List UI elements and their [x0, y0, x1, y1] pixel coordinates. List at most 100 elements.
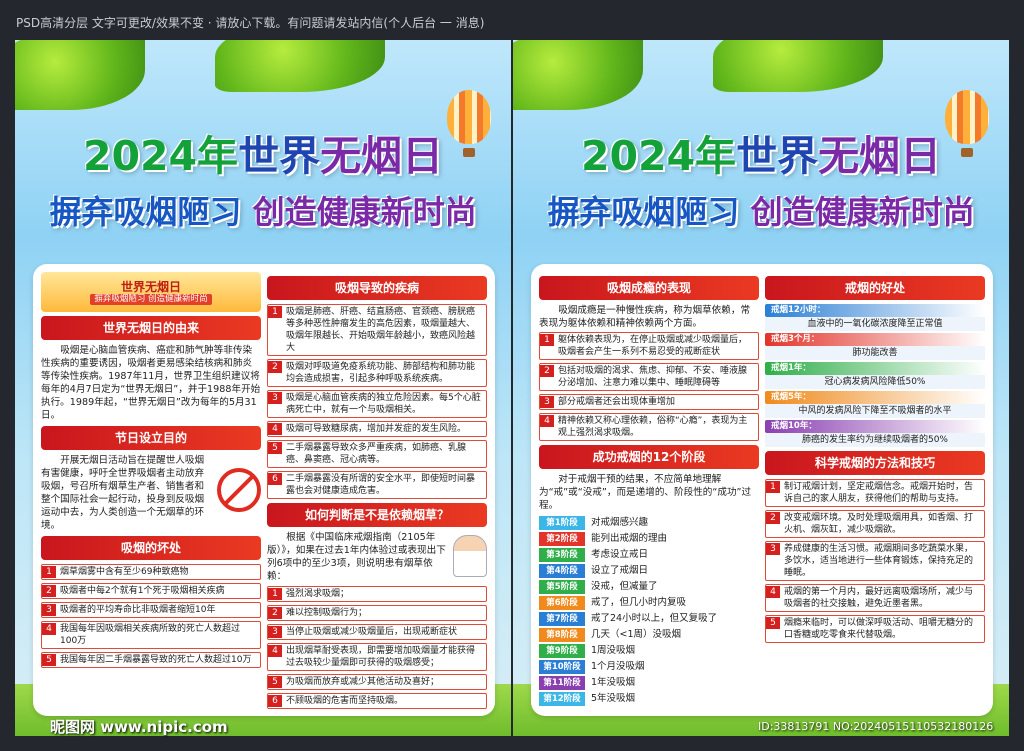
list-item-text: 吸烟是心脑血管疾病的独立危险因素。每5个心脏病死亡中，就有一个与吸烟相关。	[286, 393, 481, 415]
list-item: 2 改变戒烟环境。及时处理吸烟用具，如香烟、打火机、烟灰缸，减少吸烟欲。	[765, 510, 985, 538]
no-smoking-icon	[217, 468, 261, 512]
list-item: 1 制订戒烟计划，坚定戒烟信念。戒烟开始时，告诉自己的家人朋友，获得他们的帮助与支…	[765, 479, 985, 507]
section-title: 戒烟的好处	[765, 276, 985, 300]
list-item-text: 包括对吸烟的渴求、焦虑、抑郁、不安、唾液腺分泌增加、注意力难以集中、睡眠障碍等	[558, 366, 748, 388]
leaves-decoration	[513, 40, 643, 110]
list-item: 4 吸烟可导致糖尿病，增加并发症的发生风险。	[267, 421, 487, 437]
list-item-text: 制订戒烟计划，坚定戒烟信念。戒烟开始时，告诉自己的家人朋友，获得他们的帮助与支持…	[784, 482, 974, 504]
stage-text: 对戒烟感兴趣	[591, 516, 649, 528]
list-item: 3 吸烟是心脑血管疾病的独立危险因素。每5个心脏病死亡中，就有一个与吸烟相关。	[267, 390, 487, 418]
list-item-text: 当停止吸烟或减少吸烟量后，出现戒断症状	[286, 627, 458, 637]
methods-list: 1 制订戒烟计划，坚定戒烟信念。戒烟开始时，告诉自己的家人朋友，获得他们的帮助与支…	[765, 479, 985, 643]
stage-text: 没戒，但减量了	[591, 580, 658, 592]
right-column: 吸烟导致的疾病 1 吸烟是肺癌、肝癌、结直肠癌、官颈癌、膀胱癌等多种恶性肿瘤发生的…	[267, 272, 487, 712]
list-item-text: 不顾吸烟的危害而坚持吸烟。	[286, 696, 404, 706]
list-item-text: 养成健康的生活习惯。戒烟期间多吃蔬菜水果，多饮水，适当地进行一些体育锻炼，保持充…	[784, 544, 974, 578]
poster-slogan: 摒弃吸烟陋习 创造健康新时尚	[15, 190, 511, 234]
judge-intro: 根据《中国临床戒烟指南（2105年版）》，如果在过去1年内体验过或表现出下列6项…	[267, 532, 446, 582]
list-item: 2 吸烟对呼吸道免疫系统功能、肺部结构和肺功能均会造成损害，引起多种呼吸系统疾病。	[267, 359, 487, 387]
benefit-heading: 戒烟3个月：	[765, 333, 985, 346]
stage-label: 第8阶段	[539, 627, 585, 642]
stage-text: 戒了，但几小时内复吸	[591, 596, 687, 608]
stage-label: 第9阶段	[539, 643, 585, 658]
stage-row: 第3阶段 考虑设立戒日	[539, 547, 759, 562]
list-item-text: 二手烟暴露导致众多严重疾病，如肺癌、乳腺癌、鼻窦癌、冠心病等。	[286, 443, 467, 465]
section-title: 吸烟成瘾的表现	[539, 276, 759, 300]
list-item-text: 我国每年因二手烟暴露导致的死亡人数超过10万	[60, 655, 252, 665]
list-item: 4 我国每年因吸烟相关疾病所致的死亡人数超过100万	[41, 621, 261, 649]
stage-row: 第9阶段 1周没吸烟	[539, 643, 759, 658]
list-item-text: 躯体依赖表现为，在停止吸烟或减少吸烟量后，吸烟者会产生一系列不易忍受的戒断症状	[558, 335, 748, 357]
benefit-heading: 戒烟12小时：	[765, 304, 985, 317]
benefit-text: 肺癌的发生率约为继续吸烟者的50%	[765, 433, 985, 447]
list-item: 1 吸烟是肺癌、肝癌、结直肠癌、官颈癌、膀胱癌等多种恶性肿瘤发生的高危因素，吸烟量…	[267, 304, 487, 356]
list-item: 3 当停止吸烟或减少吸烟量后，出现戒断症状	[267, 624, 487, 640]
list-item: 1 躯体依赖表现为，在停止吸烟或减少吸烟量后，吸烟者会产生一系列不易忍受的戒断症状	[539, 332, 759, 360]
origin-text: 吸烟是心脑血管疾病、癌症和肺气肿等非传染性疾病的重要诱因，吸烟者更易感染结核病和…	[41, 345, 261, 421]
list-item: 2 吸烟者中每2个就有1个死于吸烟相关疾病	[41, 583, 261, 599]
stage-text: 1个月没吸烟	[591, 660, 645, 672]
addiction-text: 吸烟成瘾是一种慢性疾病，称为烟草依赖，常表现为躯体依赖和精神依赖两个方面。	[539, 305, 751, 329]
list-item-text: 吸烟者中每2个就有1个死于吸烟相关疾病	[60, 586, 225, 596]
stage-label: 第12阶段	[539, 691, 585, 706]
section-title: 科学戒烟的方法和技巧	[765, 451, 985, 475]
section-title: 成功戒烟的12个阶段	[539, 445, 759, 469]
leaves-decoration	[15, 40, 145, 110]
right-column: 戒烟的好处 戒烟12小时： 血液中的一氧化碳浓度降至正常值 戒烟3个月： 肺功能改善戒…	[765, 272, 985, 646]
section-title: 世界无烟日的由来	[41, 316, 261, 340]
canvas: PSD高清分层 文字可更改/效果不变 · 请放心下载。有问题请发站内信(个人后台…	[0, 0, 1024, 751]
content-card: 吸烟成瘾的表现 吸烟成瘾是一种慢性疾病，称为烟草依赖，常表现为躯体依赖和精神依赖…	[531, 264, 993, 716]
list-item: 3 部分戒烟者还会出现体重增加	[539, 394, 759, 410]
judge-list: 1 强烈渴求吸烟； 2 难以控制吸烟行为； 3 当停止吸烟或减少吸烟量后，出现戒断症状…	[267, 586, 487, 709]
section-title: 节日设立目的	[41, 426, 261, 450]
poster-title: 2024年世界无烟日	[15, 132, 511, 180]
benefit-item: 戒烟5年： 中风的发病风险下降至不吸烟者的水平	[765, 391, 985, 418]
stage-label: 第10阶段	[539, 659, 585, 674]
stage-row: 第11阶段 1年没吸烟	[539, 675, 759, 690]
list-item-text: 为吸烟而放弃或减少其他活动及喜好；	[286, 677, 440, 687]
purpose-block: 开展无烟日活动旨在提醒世人吸烟有害健康，呼吁全世界吸烟者主动放弃吸烟，号召所有烟…	[41, 454, 261, 532]
stage-row: 第5阶段 没戒，但减量了	[539, 579, 759, 594]
poster-slogan: 摒弃吸烟陋习 创造健康新时尚	[513, 190, 1009, 234]
list-item: 3 养成健康的生活习惯。戒烟期间多吃蔬菜水果，多饮水，适当地进行一些体育锻炼，保持…	[765, 541, 985, 581]
list-item: 5 我国每年因二手烟暴露导致的死亡人数超过10万	[41, 652, 261, 668]
left-column: 世界无烟日 摒弃吸烟陋习 创造健康新时尚 世界无烟日的由来 吸烟是心脑血管疾病、…	[41, 272, 261, 671]
stage-text: 几天（<1周）没吸烟	[591, 628, 682, 640]
benefit-item: 戒烟12小时： 血液中的一氧化碳浓度降至正常值	[765, 304, 985, 331]
slogan-a: 摒弃吸烟陋习	[547, 193, 740, 231]
title-main-a: 世界	[238, 132, 321, 180]
list-item: 5 烟瘾来临时，可以做深呼吸活动、咀嚼无糖分的口香糖或吃零食来代替吸烟。	[765, 615, 985, 643]
title-year: 2024年	[82, 132, 239, 180]
stage-text: 1年没吸烟	[591, 676, 636, 688]
content-card: 世界无烟日 摒弃吸烟陋习 创造健康新时尚 世界无烟日的由来 吸烟是心脑血管疾病、…	[33, 264, 495, 716]
list-item-text: 吸烟者的平均寿命比非吸烟者缩短10年	[60, 605, 216, 615]
list-item-text: 吸烟对呼吸道免疫系统功能、肺部结构和肺功能均会造成损害，引起多种呼吸系统疾病。	[286, 362, 476, 384]
list-item-text: 难以控制吸烟行为；	[286, 608, 368, 618]
list-item-text: 部分戒烟者还会出现体重增加	[558, 397, 676, 407]
list-item: 2 难以控制吸烟行为；	[267, 605, 487, 621]
benefit-heading: 戒烟10年：	[765, 420, 985, 433]
poster-right: 2024年世界无烟日 摒弃吸烟陋习 创造健康新时尚 吸烟成瘾的表现 吸烟成瘾是一…	[513, 40, 1009, 736]
stage-label: 第5阶段	[539, 579, 585, 594]
stage-label: 第7阶段	[539, 611, 585, 626]
title-main-b: 无烟日	[818, 132, 942, 180]
section-title: 如何判断是不是依赖烟草？	[267, 503, 487, 527]
poster-left: 2024年世界无烟日 摒弃吸烟陋习 创造健康新时尚 世界无烟日 摒弃吸烟陋习 创…	[15, 40, 511, 736]
stage-row: 第8阶段 几天（<1周）没吸烟	[539, 627, 759, 642]
benefit-heading: 戒烟5年：	[765, 391, 985, 404]
list-item: 6 不顾吸烟的危害而坚持吸烟。	[267, 693, 487, 709]
benefits-list: 戒烟12小时： 血液中的一氧化碳浓度降至正常值 戒烟3个月： 肺功能改善 戒烟1年： 冠心…	[765, 304, 985, 447]
stage-label: 第2阶段	[539, 531, 585, 546]
list-item-text: 二手烟暴露没有所谓的安全水平，即使短时间暴露也会对健康造成危害。	[286, 474, 476, 496]
stage-text: 设立了戒烟日	[591, 564, 649, 576]
harm-list: 1 烟草烟雾中含有至少69种致癌物 2 吸烟者中每2个就有1个死于吸烟相关疾病 3吸…	[41, 564, 261, 668]
stage-row: 第2阶段 能列出戒烟的理由	[539, 531, 759, 546]
list-item: 1 烟草烟雾中含有至少69种致癌物	[41, 564, 261, 580]
list-item: 4 精神依赖又称心理依赖，俗称“心瘾”，表现为主观上强烈渴求吸烟。	[539, 413, 759, 441]
stages-list: 第1阶段 对戒烟感兴趣 第2阶段 能列出戒烟的理由 第3阶段 考虑设立戒日 第4阶段 设立了戒…	[539, 515, 759, 706]
list-item: 3 吸烟者的平均寿命比非吸烟者缩短10年	[41, 602, 261, 618]
title-main-a: 世界	[736, 132, 819, 180]
slogan-b: 创造健康新时尚	[252, 193, 477, 231]
title-main-b: 无烟日	[320, 132, 444, 180]
benefit-item: 戒烟1年： 冠心病发病风险降低50%	[765, 362, 985, 389]
